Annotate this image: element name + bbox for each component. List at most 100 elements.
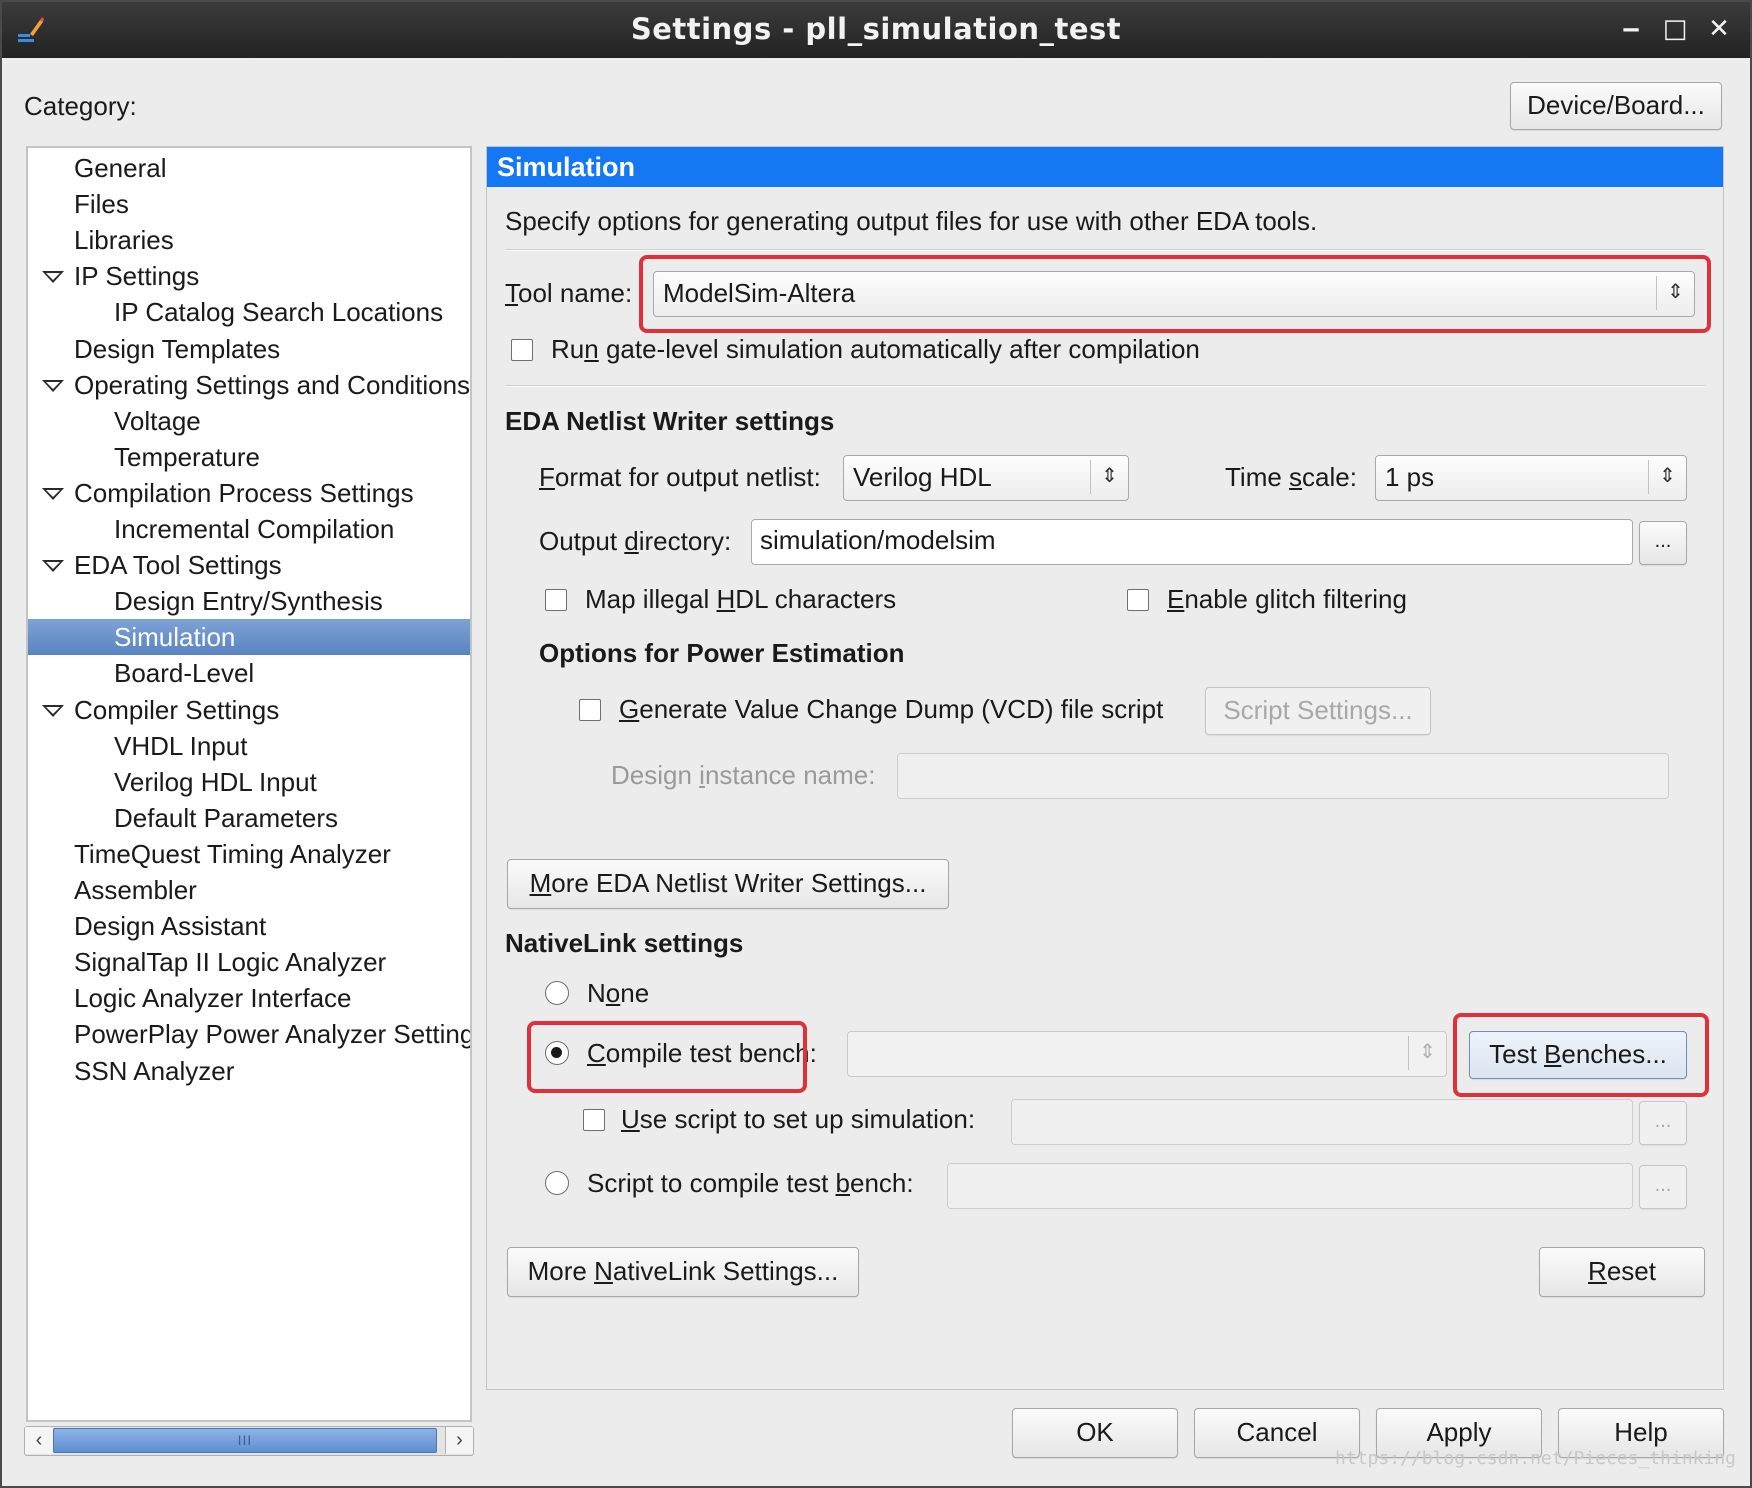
tree-item[interactable]: Default Parameters xyxy=(28,800,470,836)
tree-item[interactable]: Temperature xyxy=(28,439,470,475)
tree-item[interactable]: Incremental Compilation xyxy=(28,511,470,547)
tree-item[interactable]: Design Templates xyxy=(28,331,470,367)
tree-item[interactable]: Board-Level xyxy=(28,655,470,691)
use-script-checkbox[interactable] xyxy=(583,1109,605,1131)
tree-item[interactable]: Files xyxy=(28,186,470,222)
script-compile-test-bench-input[interactable] xyxy=(947,1163,1633,1209)
simulation-panel: Simulation Specify options for generatin… xyxy=(486,146,1724,1390)
tree-item[interactable]: VHDL Input xyxy=(28,728,470,764)
tree-item[interactable]: Logic Analyzer Interface xyxy=(28,980,470,1016)
output-directory-input[interactable]: simulation/modelsim xyxy=(751,519,1633,565)
script-compile-test-bench-radio[interactable] xyxy=(545,1171,569,1195)
more-netlist-settings-button[interactable]: More EDA Netlist Writer Settings... xyxy=(507,859,949,909)
timescale-label: Time scale: xyxy=(1225,462,1357,492)
format-value: Verilog HDL xyxy=(853,462,992,492)
map-illegal-hdl-label: Map illegal HDL characters xyxy=(585,584,897,614)
tree-item-label: VHDL Input xyxy=(114,730,248,761)
tree-item[interactable]: IP Catalog Search Locations xyxy=(28,294,470,330)
close-icon[interactable]: ✕ xyxy=(1704,14,1734,44)
expand-triangle-icon[interactable] xyxy=(42,379,64,392)
reset-button[interactable]: Reset xyxy=(1539,1247,1705,1297)
scroll-right-icon[interactable]: › xyxy=(445,1427,473,1454)
tree-item[interactable]: Design Assistant xyxy=(28,908,470,944)
nativelink-none-radio[interactable] xyxy=(545,981,569,1005)
run-gate-level-checkbox[interactable] xyxy=(511,339,533,361)
scrollbar-thumb[interactable]: III xyxy=(53,1428,437,1453)
tree-item[interactable]: SSN Analyzer xyxy=(28,1053,470,1089)
tree-item-label: Design Templates xyxy=(74,333,281,364)
expand-triangle-icon[interactable] xyxy=(42,704,64,717)
tool-name-value: ModelSim-Altera xyxy=(663,278,856,308)
tree-item-label: IP Settings xyxy=(74,261,200,292)
tree-item[interactable]: IP Settings xyxy=(28,258,470,294)
tree-item-label: Logic Analyzer Interface xyxy=(74,983,352,1014)
category-tree[interactable]: General Files Libraries IP Settings IP Catal… xyxy=(26,146,472,1422)
use-script-input[interactable] xyxy=(1011,1099,1633,1145)
format-select[interactable]: Verilog HDL ⇕ xyxy=(843,455,1129,501)
tree-item-label: Board-Level xyxy=(114,658,255,689)
title-bar[interactable]: Settings - pll_simulation_test ‒ □ ✕ xyxy=(2,2,1750,58)
tree-item[interactable]: General xyxy=(28,150,470,186)
tree-item-label: PowerPlay Power Analyzer Settings xyxy=(74,1019,472,1050)
tree-item-label: Incremental Compilation xyxy=(114,514,395,544)
tree-item-label: General xyxy=(74,153,167,183)
tree-item[interactable]: SignalTap II Logic Analyzer xyxy=(28,944,470,980)
maximize-icon[interactable]: □ xyxy=(1660,14,1690,44)
tree-item[interactable]: Assembler xyxy=(28,872,470,908)
tree-item-label: Default Parameters xyxy=(114,802,338,833)
tree-item[interactable]: Simulation xyxy=(28,619,470,656)
tree-item-label: Operating Settings and Conditions xyxy=(74,369,471,400)
compile-test-bench-select[interactable]: ⇕ xyxy=(847,1031,1447,1077)
panel-title: Simulation xyxy=(487,147,1723,187)
tree-item-label: Design Assistant xyxy=(74,911,267,942)
script-settings-button[interactable]: Script Settings... xyxy=(1205,687,1431,735)
compile-test-bench-radio[interactable] xyxy=(545,1041,569,1065)
tree-item[interactable]: Compiler Settings xyxy=(28,692,470,728)
more-nativelink-settings-button[interactable]: More NativeLink Settings... xyxy=(507,1247,859,1297)
tree-item-label: Simulation xyxy=(114,622,236,653)
expand-triangle-icon[interactable] xyxy=(42,271,64,284)
ok-button[interactable]: OK xyxy=(1012,1408,1178,1458)
tree-item-label: Compilation Process Settings xyxy=(74,477,414,508)
glitch-filtering-checkbox[interactable] xyxy=(1127,589,1149,611)
output-directory-browse-button[interactable]: ... xyxy=(1639,521,1687,565)
tree-item[interactable]: EDA Tool Settings xyxy=(28,547,470,583)
format-label: Format for output netlist: xyxy=(539,462,821,492)
divider xyxy=(505,385,1705,387)
panel-description: Specify options for generating output fi… xyxy=(505,206,1318,236)
category-label: Category: xyxy=(24,91,137,121)
test-benches-button[interactable]: Test Benches... xyxy=(1469,1031,1687,1079)
settings-dialog: Settings - pll_simulation_test ‒ □ ✕ Cat… xyxy=(0,0,1752,1488)
timescale-select[interactable]: 1 ps ⇕ xyxy=(1375,455,1687,501)
tree-item-label: Voltage xyxy=(114,405,201,436)
scroll-left-icon[interactable]: ‹ xyxy=(25,1427,53,1454)
minimize-icon[interactable]: ‒ xyxy=(1616,14,1646,44)
expand-triangle-icon[interactable] xyxy=(42,560,64,573)
tree-item[interactable]: Compilation Process Settings xyxy=(28,475,470,511)
window-title: Settings - pll_simulation_test xyxy=(630,12,1122,46)
tree-item[interactable]: Voltage xyxy=(28,403,470,439)
vcd-script-checkbox[interactable] xyxy=(579,699,601,721)
tree-item-label: Temperature xyxy=(114,441,260,472)
tree-item-label: Verilog HDL Input xyxy=(114,766,317,797)
tree-item-label: Compiler Settings xyxy=(74,694,280,725)
divider xyxy=(505,249,1705,251)
script-compile-browse-button[interactable]: ... xyxy=(1639,1165,1687,1209)
tree-item-label: Libraries xyxy=(74,225,174,256)
tree-horizontal-scrollbar[interactable]: ‹ III › xyxy=(24,1426,474,1456)
tree-item-label: IP Catalog Search Locations xyxy=(114,297,444,328)
tree-item[interactable]: Operating Settings and Conditions xyxy=(28,367,470,403)
tree-item[interactable]: Libraries xyxy=(28,222,470,258)
use-script-browse-button[interactable]: ... xyxy=(1639,1101,1687,1145)
spin-arrows-icon: ⇕ xyxy=(1648,460,1686,494)
tree-item[interactable]: TimeQuest Timing Analyzer xyxy=(28,836,470,872)
design-instance-input[interactable] xyxy=(897,753,1669,799)
tree-item[interactable]: Verilog HDL Input xyxy=(28,764,470,800)
map-illegal-hdl-checkbox[interactable] xyxy=(545,589,567,611)
tool-name-select[interactable]: ModelSim-Altera ⇕ xyxy=(653,271,1695,317)
tree-item[interactable]: Design Entry/Synthesis xyxy=(28,583,470,619)
expand-triangle-icon[interactable] xyxy=(42,487,64,500)
device-board-button[interactable]: Device/Board... xyxy=(1510,82,1722,130)
tree-item[interactable]: PowerPlay Power Analyzer Settings xyxy=(28,1016,470,1052)
tree-item-label: SignalTap II Logic Analyzer xyxy=(74,947,387,978)
